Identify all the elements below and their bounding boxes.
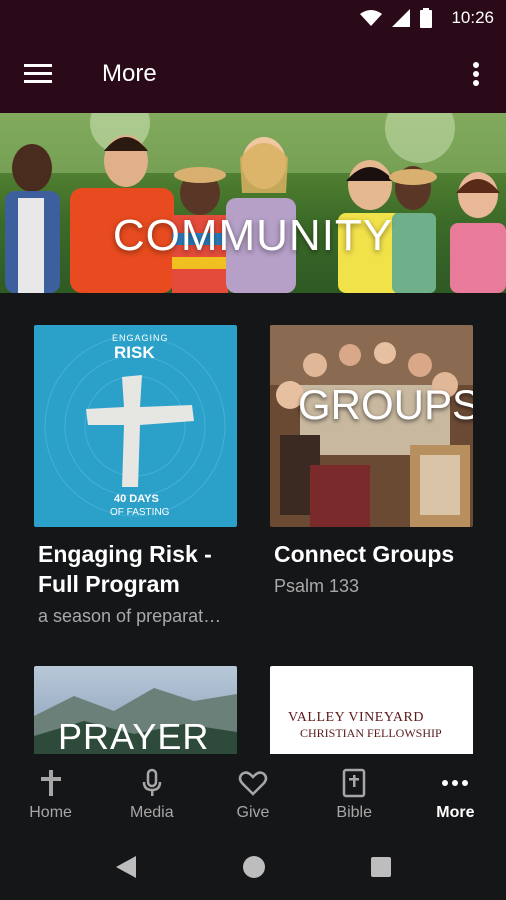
microphone-icon [142, 768, 162, 796]
nav-item-home[interactable]: Home [0, 754, 101, 838]
app-bar: More [0, 36, 506, 113]
community-title: COMMUNITY [112, 211, 394, 260]
valley-vineyard-card[interactable]: VALLEY VINEYARD CHRISTIAN FELLOWSHIP [270, 666, 473, 754]
valley-vineyard-thumbnail: VALLEY VINEYARD CHRISTIAN FELLOWSHIP [270, 666, 473, 754]
forty-days-label: 40 DAYS [114, 493, 159, 505]
home-circle-icon[interactable] [242, 854, 266, 880]
groups-label: GROUPS [298, 381, 473, 428]
nav-label: Bible [336, 804, 372, 821]
risk-label: RISK [114, 343, 155, 362]
children-photo [0, 113, 506, 293]
nav-label: Media [130, 804, 174, 821]
prayer-label: PRAYER [58, 716, 210, 754]
community-banner[interactable]: COMMUNITY [0, 113, 506, 293]
card-subtitle: Psalm 133 [274, 576, 360, 596]
bible-icon [342, 768, 366, 798]
connect-groups-thumbnail: GROUPS [270, 325, 473, 527]
of-fasting-label: OF FASTING [110, 507, 170, 518]
nav-label: More [436, 804, 475, 821]
wifi-icon [360, 10, 382, 26]
engaging-risk-thumbnail: ENGAGING RISK 40 DAYS OF FASTING [34, 325, 237, 527]
back-icon[interactable] [114, 854, 138, 880]
cross-icon [40, 770, 61, 796]
valley-vineyard-line2: CHRISTIAN FELLOWSHIP [300, 726, 442, 740]
nav-item-give[interactable]: Give [202, 754, 303, 838]
prayer-card[interactable]: PRAYER [34, 666, 237, 754]
app-title: More [102, 60, 157, 87]
recents-icon[interactable] [369, 854, 393, 880]
heart-icon [238, 771, 268, 796]
nav-label: Home [29, 804, 72, 821]
battery-icon [420, 8, 432, 28]
valley-vineyard-line1: VALLEY VINEYARD [288, 710, 424, 725]
prayer-thumbnail: PRAYER [34, 666, 237, 754]
nav-item-bible[interactable]: Bible [304, 754, 405, 838]
bottom-navigation: Home Media Give Bible More [0, 754, 506, 838]
card-title: Engaging Risk - Full Program [38, 541, 212, 597]
card-subtitle: a season of preparat… [38, 606, 222, 626]
overflow-menu-icon[interactable] [464, 60, 488, 90]
system-navigation-bar [0, 838, 506, 900]
hamburger-menu-icon[interactable] [24, 62, 54, 86]
status-icons [360, 8, 432, 28]
nav-label: Give [236, 804, 270, 821]
more-dots-icon [442, 780, 469, 786]
nav-item-media[interactable]: Media [101, 754, 202, 838]
cellular-signal-icon [392, 9, 410, 27]
engaging-label: ENGAGING [112, 333, 169, 343]
status-bar: 10:26 [0, 0, 506, 36]
card-title: Connect Groups [274, 541, 455, 567]
status-time: 10:26 [451, 8, 494, 27]
nav-item-more[interactable]: More [405, 754, 506, 838]
